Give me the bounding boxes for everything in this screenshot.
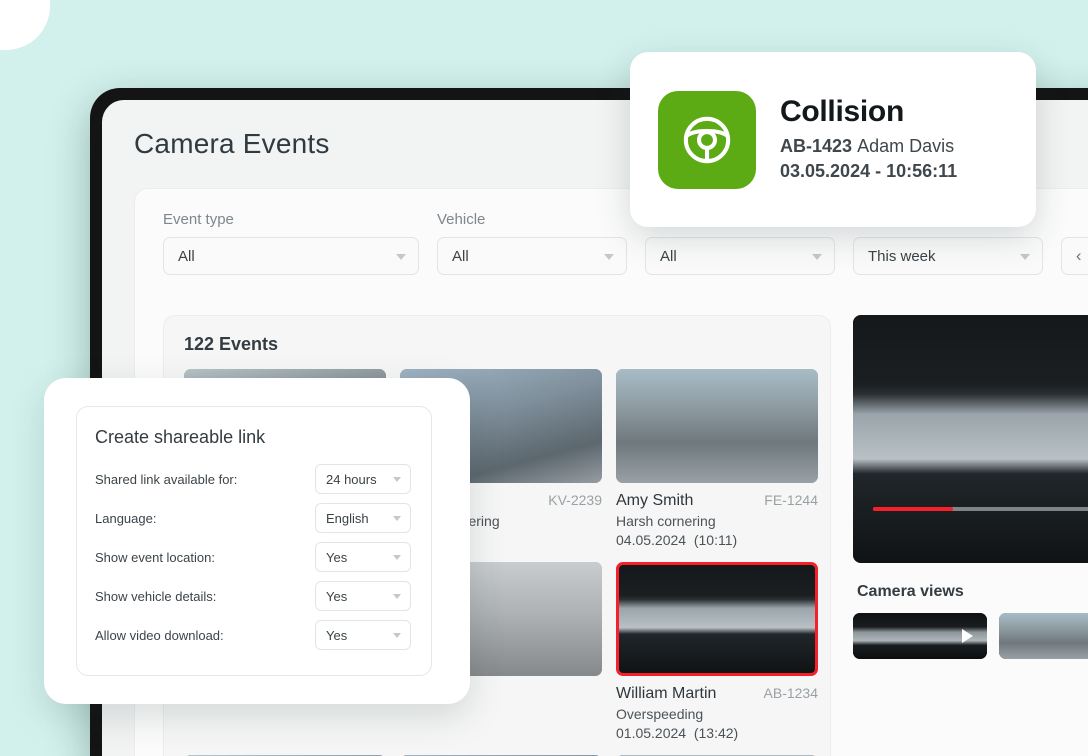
share-label-link-duration: Shared link available for:	[95, 471, 238, 487]
select-driver[interactable]: All	[645, 237, 835, 275]
share-dialog-title: Create shareable link	[95, 427, 266, 447]
event-name-row: Amy Smith FE-1244	[616, 492, 818, 510]
chevron-down-icon	[604, 254, 614, 260]
video-progress-bar[interactable]	[872, 507, 1088, 511]
share-label-show-event-location: Show event location:	[95, 549, 215, 565]
select-language[interactable]: English	[315, 503, 411, 533]
share-link-dialog-body: Create shareable link Shared link availa…	[76, 406, 432, 676]
video-panel: Camera views	[831, 315, 1088, 756]
share-row-allow-video-download: Allow video download: Yes	[95, 620, 411, 650]
event-plate: FE-1244	[764, 492, 818, 508]
share-label-language: Language:	[95, 510, 157, 526]
share-row-language: Language: English	[95, 503, 411, 533]
select-show-event-location[interactable]: Yes	[315, 542, 411, 572]
cam-thumb-rear[interactable]	[999, 613, 1088, 659]
event-driver-name: Amy Smith	[616, 492, 694, 509]
chevron-down-icon	[393, 594, 401, 599]
prev-page-button[interactable]: ‹	[1061, 237, 1088, 275]
event-datetime: 01.05.2024 (13:42)	[616, 725, 739, 741]
play-icon[interactable]	[962, 629, 973, 643]
chevron-down-icon	[393, 633, 401, 638]
event-thumbnail[interactable]	[616, 562, 818, 676]
event-type-label: Harsh cornering	[616, 513, 716, 529]
chevron-down-icon	[393, 477, 401, 482]
camera-views-title: Camera views	[857, 583, 964, 600]
select-link-duration[interactable]: 24 hours	[315, 464, 411, 494]
select-value-event-type: All	[178, 247, 195, 265]
page-corner-mask	[0, 0, 50, 50]
collision-vehicle-driver: AB-1423 Adam Davis	[780, 134, 957, 159]
event-card-selected[interactable]: William Martin AB-1234 Overspeeding 01.0…	[616, 562, 818, 741]
collision-event-icon	[658, 90, 756, 189]
event-thumbnail[interactable]	[616, 369, 818, 483]
collision-timestamp: 03.05.2024 - 10:56:11	[780, 161, 958, 181]
select-value-allow-video-download: Yes	[326, 627, 348, 643]
share-link-dialog: Create shareable link Shared link availa…	[44, 378, 470, 704]
event-datetime: 04.05.2024 (10:11)	[616, 532, 738, 548]
filter-vehicle: Vehicle All	[437, 211, 627, 275]
collision-plate: AB-1423	[780, 136, 853, 157]
select-value-link-duration: 24 hours	[326, 471, 377, 487]
share-row-link-duration: Shared link available for: 24 hours	[95, 464, 411, 494]
chevron-down-icon	[1020, 254, 1030, 260]
select-value-show-vehicle-details: Yes	[326, 588, 348, 604]
event-card[interactable]: Amy Smith FE-1244 Harsh cornering 04.05.…	[616, 369, 818, 548]
select-value-vehicle: All	[452, 247, 469, 265]
select-event-type[interactable]: All	[163, 237, 419, 275]
camera-views-list	[853, 613, 1088, 659]
share-row-show-vehicle-details: Show vehicle details: Yes	[95, 581, 411, 611]
select-value-date-range: This week	[868, 247, 936, 265]
collision-title: Collision	[780, 95, 904, 129]
select-show-vehicle-details[interactable]: Yes	[315, 581, 411, 611]
cam-thumb-front[interactable]	[853, 613, 987, 659]
select-allow-video-download[interactable]: Yes	[315, 620, 411, 650]
filter-label-vehicle: Vehicle	[437, 211, 486, 228]
select-date-range[interactable]: This week	[853, 237, 1043, 275]
collision-text-block: Collision AB-1423 Adam Davis 03.05.2024 …	[780, 95, 957, 184]
chevron-down-icon	[812, 254, 822, 260]
collision-notification-toast[interactable]: Collision AB-1423 Adam Davis 03.05.2024 …	[630, 52, 1036, 227]
select-value-driver: All	[660, 247, 677, 265]
chevron-left-icon: ‹	[1075, 246, 1082, 265]
filter-event-type: Event type All	[163, 211, 419, 275]
event-name-row: William Martin AB-1234	[616, 685, 818, 703]
chevron-down-icon	[393, 516, 401, 521]
chevron-down-icon	[393, 555, 401, 560]
share-label-allow-video-download: Allow video download:	[95, 627, 224, 643]
select-value-language: English	[326, 510, 369, 526]
event-driver-name: William Martin	[616, 685, 717, 702]
chevron-down-icon	[396, 254, 406, 260]
select-vehicle[interactable]: All	[437, 237, 627, 275]
filter-date-range: This week	[853, 228, 1043, 275]
video-player[interactable]	[853, 315, 1088, 563]
filter-label-event-type: Event type	[163, 211, 234, 228]
event-type-label: Overspeeding	[616, 706, 704, 722]
event-plate: AB-1234	[763, 685, 818, 701]
share-row-show-event-location: Show event location: Yes	[95, 542, 411, 572]
video-progress-fill	[872, 507, 954, 511]
events-count-label: 122 Events	[184, 334, 279, 354]
select-value-show-event-location: Yes	[326, 549, 348, 565]
event-plate: KV-2239	[548, 492, 602, 508]
collision-driver: Adam Davis	[857, 136, 955, 157]
share-label-show-vehicle-details: Show vehicle details:	[95, 588, 217, 604]
steering-wheel-icon	[683, 116, 731, 163]
